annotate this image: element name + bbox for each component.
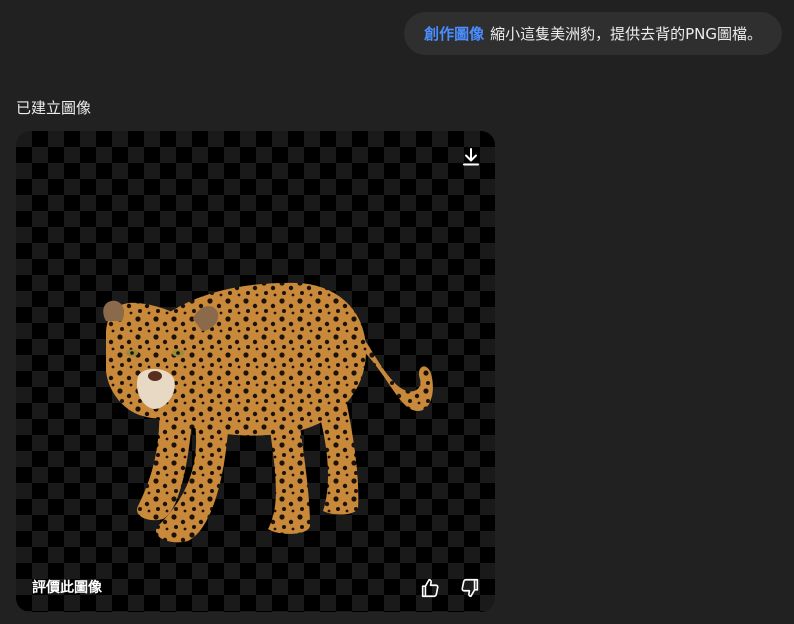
thumbs-down-icon[interactable] (457, 575, 483, 601)
download-icon[interactable] (459, 145, 483, 169)
rate-image-prompt: 評價此圖像 (32, 580, 102, 596)
thumbs-up-icon[interactable] (417, 575, 443, 601)
image-created-status: 已建立圖像 (16, 99, 92, 117)
generated-image-card[interactable]: 評價此圖像 (16, 131, 495, 612)
create-image-tool-tag[interactable]: 創作圖像 (424, 23, 484, 44)
user-message-text: 縮小這隻美洲豹，提供去背的PNG圖檔。 (490, 25, 762, 43)
user-message-bubble: 創作圖像 縮小這隻美洲豹，提供去背的PNG圖檔。 (404, 12, 782, 55)
jaguar-image (103, 282, 433, 543)
chat-page: 創作圖像 縮小這隻美洲豹，提供去背的PNG圖檔。 已建立圖像 評價此圖像 (0, 0, 794, 624)
